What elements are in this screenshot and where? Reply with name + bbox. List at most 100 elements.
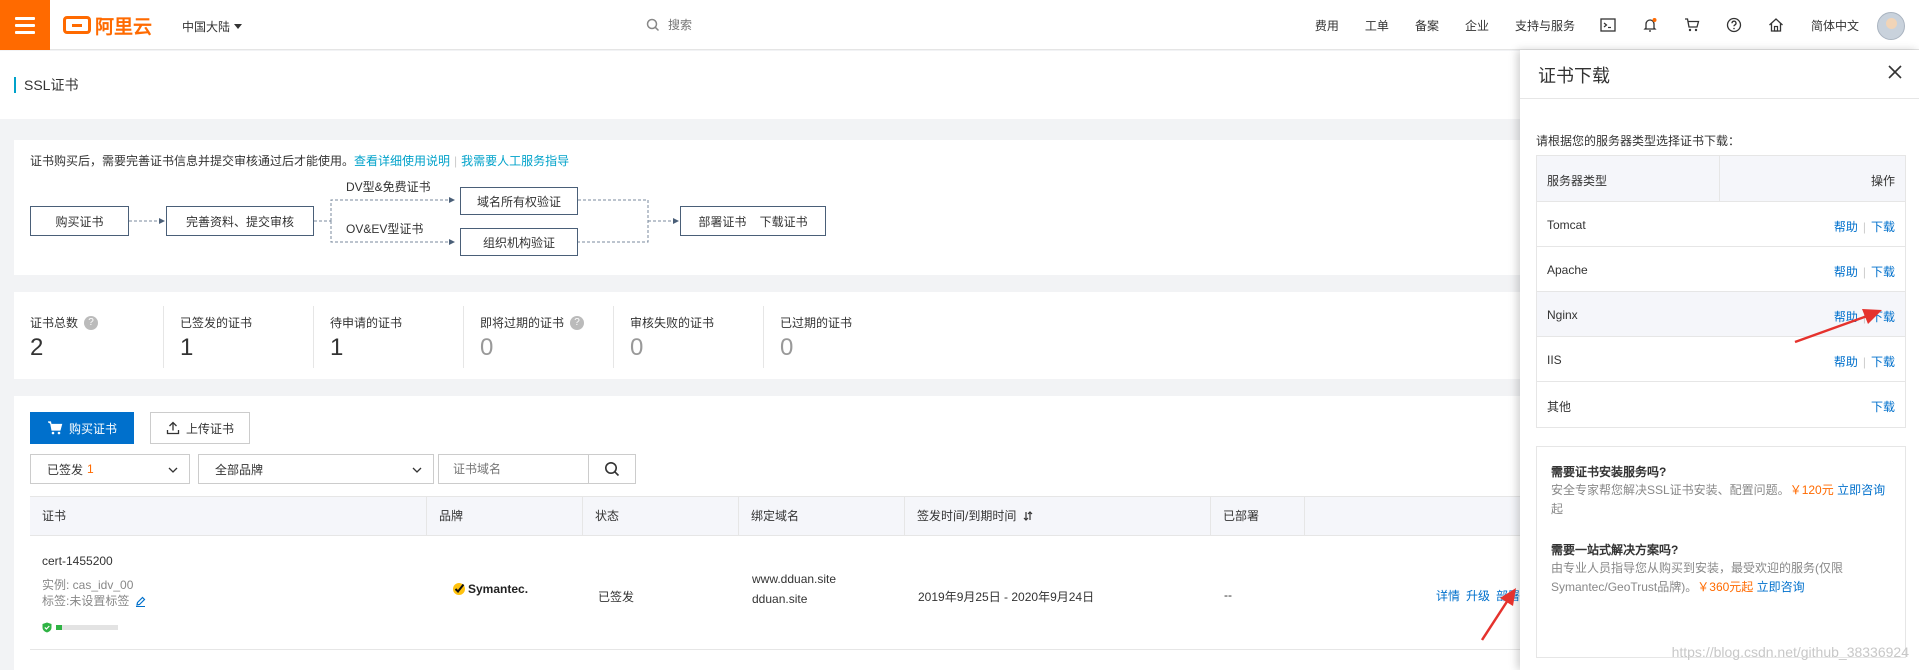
download-link[interactable]: 下载 bbox=[1871, 310, 1895, 324]
terminal-icon[interactable] bbox=[1599, 16, 1617, 34]
stat-failed[interactable]: 审核失败的证书 0 bbox=[614, 292, 764, 379]
stat-label: 已过期的证书 bbox=[780, 316, 853, 330]
link-separator: | bbox=[1862, 310, 1866, 324]
col-period-label: 签发时间/到期时间 bbox=[917, 509, 1017, 523]
stat-value: 0 bbox=[630, 334, 644, 361]
upload-button-label: 上传证书 bbox=[185, 421, 234, 436]
region-selector[interactable]: 中国大陆 bbox=[182, 18, 243, 35]
avatar[interactable] bbox=[1877, 12, 1905, 40]
consult-link[interactable]: 立即咨询 bbox=[1837, 483, 1885, 497]
nav-ticket[interactable]: 工单 bbox=[1365, 17, 1389, 34]
header-divider bbox=[1719, 156, 1720, 202]
cert-period: 2019年9月25日 - 2020年9月24日 bbox=[918, 590, 1095, 604]
search-input[interactable] bbox=[668, 18, 848, 32]
upload-icon bbox=[166, 421, 180, 435]
cert-tag: 标签:未设置标签 bbox=[42, 592, 146, 610]
help-link[interactable]: 帮助 bbox=[1834, 355, 1858, 369]
status-count: 1 bbox=[87, 462, 94, 476]
cert-deployed: -- bbox=[1224, 588, 1232, 602]
flow-step-submit: 完善资料、提交审核 bbox=[166, 206, 314, 236]
brand-select[interactable]: 全部品牌 bbox=[198, 454, 434, 484]
help-link[interactable]: 帮助 bbox=[1834, 265, 1858, 279]
download-link[interactable]: 下载 bbox=[1871, 265, 1895, 279]
cart-icon[interactable] bbox=[1683, 16, 1701, 34]
help-icon[interactable] bbox=[1725, 16, 1743, 34]
drawer-intro: 请根据您的服务器类型选择证书下载： bbox=[1536, 134, 1741, 148]
stat-label: 证书总数 bbox=[30, 316, 79, 330]
stat-pending[interactable]: 待申请的证书 1 bbox=[314, 292, 464, 379]
edit-tag-icon[interactable] bbox=[135, 596, 146, 610]
buy-certificate-button[interactable]: 购买证书 bbox=[30, 412, 134, 444]
flow-label-ov: OV&EV型证书 bbox=[346, 222, 424, 236]
service-price: ￥360元起 bbox=[1697, 580, 1754, 594]
home-icon[interactable] bbox=[1767, 16, 1785, 34]
stat-expiring[interactable]: 即将过期的证书? 0 bbox=[464, 292, 614, 379]
download-link[interactable]: 下载 bbox=[1871, 355, 1895, 369]
server-row-iis: IIS 帮助 | 下载 bbox=[1537, 337, 1905, 382]
service-desc: 安全专家帮您解决SSL证书安装、配置问题。￥120元 立即咨询起 bbox=[1551, 481, 1897, 519]
certificate-list-panel: 购买证书 上传证书 已签发1 全部品牌 证书 品牌 状态 绑定域名 签发时间/到… bbox=[14, 396, 1524, 670]
help-link[interactable]: 帮助 bbox=[1834, 220, 1858, 234]
link-separator: | bbox=[1862, 265, 1866, 279]
stat-issued[interactable]: 已签发的证书 1 bbox=[164, 292, 314, 379]
server-table-header: 服务器类型 操作 bbox=[1537, 156, 1905, 202]
global-search[interactable] bbox=[646, 15, 866, 35]
chevron-down-icon bbox=[412, 467, 422, 473]
stat-total[interactable]: 证书总数? 2 bbox=[14, 292, 164, 379]
search-icon bbox=[646, 18, 660, 32]
shield-icon bbox=[42, 622, 52, 633]
stat-label: 待申请的证书 bbox=[330, 316, 403, 330]
nav-enterprise[interactable]: 企业 bbox=[1465, 17, 1489, 34]
flow-step-buy: 购买证书 bbox=[30, 206, 129, 236]
drawer-divider bbox=[1520, 98, 1919, 99]
nav-support[interactable]: 支持与服务 bbox=[1515, 17, 1575, 34]
stat-expired[interactable]: 已过期的证书 0 bbox=[764, 292, 914, 379]
detail-link[interactable]: 详情 bbox=[1436, 589, 1460, 603]
service-title: 需要一站式解决方案吗? bbox=[1551, 543, 1679, 557]
sort-icon bbox=[1023, 511, 1033, 521]
region-label: 中国大陆 bbox=[182, 20, 231, 34]
col-period[interactable]: 签发时间/到期时间 bbox=[904, 497, 1210, 535]
watermark: https://blog.csdn.net/github_38336924 bbox=[1671, 644, 1909, 660]
download-link[interactable]: 下载 bbox=[1871, 400, 1895, 414]
menu-icon[interactable] bbox=[0, 0, 50, 50]
deploy-link[interactable]: 部署 bbox=[1496, 589, 1520, 603]
progress-track bbox=[56, 625, 118, 630]
nav-filing[interactable]: 备案 bbox=[1415, 17, 1439, 34]
stat-value: 1 bbox=[330, 334, 344, 361]
aliyun-logo[interactable]: 阿里云 bbox=[63, 13, 153, 38]
service-price-suffix: 起 bbox=[1551, 502, 1564, 516]
close-icon[interactable] bbox=[1885, 62, 1905, 82]
domain-search-button[interactable] bbox=[588, 454, 636, 484]
nav-fee[interactable]: 费用 bbox=[1315, 17, 1339, 34]
domain-search-input[interactable] bbox=[438, 454, 588, 484]
status-select-value: 已签发 bbox=[47, 462, 84, 477]
row-actions: 详情 升级 部署 bbox=[1430, 587, 1520, 604]
stat-value: 0 bbox=[780, 334, 794, 361]
logo-mark-icon bbox=[63, 16, 91, 34]
checkmark-icon bbox=[453, 583, 465, 595]
logo-text: 阿里云 bbox=[95, 16, 153, 38]
top-bar: 阿里云 中国大陆 费用 工单 备案 企业 支持与服务 简体中文 bbox=[0, 0, 1919, 50]
question-icon[interactable]: ? bbox=[84, 315, 99, 330]
question-icon[interactable]: ? bbox=[570, 315, 585, 330]
bell-icon[interactable] bbox=[1641, 16, 1659, 34]
download-link[interactable]: 下载 bbox=[1871, 220, 1895, 234]
flow-label-dv: DV型&免费证书 bbox=[346, 180, 431, 194]
brand-select-value: 全部品牌 bbox=[215, 462, 264, 477]
help-link[interactable]: 帮助 bbox=[1834, 310, 1858, 324]
upload-certificate-button[interactable]: 上传证书 bbox=[150, 412, 250, 444]
upgrade-link[interactable]: 升级 bbox=[1466, 589, 1490, 603]
service-title: 需要证书安装服务吗? bbox=[1551, 465, 1667, 479]
server-row-tomcat: Tomcat 帮助 | 下载 bbox=[1537, 202, 1905, 247]
drawer-title: 证书下载 bbox=[1538, 66, 1610, 86]
service-price: ￥120元 bbox=[1789, 483, 1834, 497]
status-select[interactable]: 已签发 1 bbox=[30, 454, 190, 484]
consult-link[interactable]: 立即咨询 bbox=[1757, 580, 1805, 594]
stat-label: 审核失败的证书 bbox=[630, 316, 715, 330]
col-deployed: 已部署 bbox=[1210, 497, 1304, 535]
certificate-download-drawer: 证书下载 请根据您的服务器类型选择证书下载： 服务器类型 操作 Tomcat 帮… bbox=[1520, 50, 1919, 670]
language-switch[interactable]: 简体中文 bbox=[1811, 17, 1859, 34]
col-server-type: 服务器类型 bbox=[1547, 174, 1608, 188]
server-type-table: 服务器类型 操作 Tomcat 帮助 | 下载 Apache 帮助 | 下载 Nginx… bbox=[1536, 155, 1906, 428]
